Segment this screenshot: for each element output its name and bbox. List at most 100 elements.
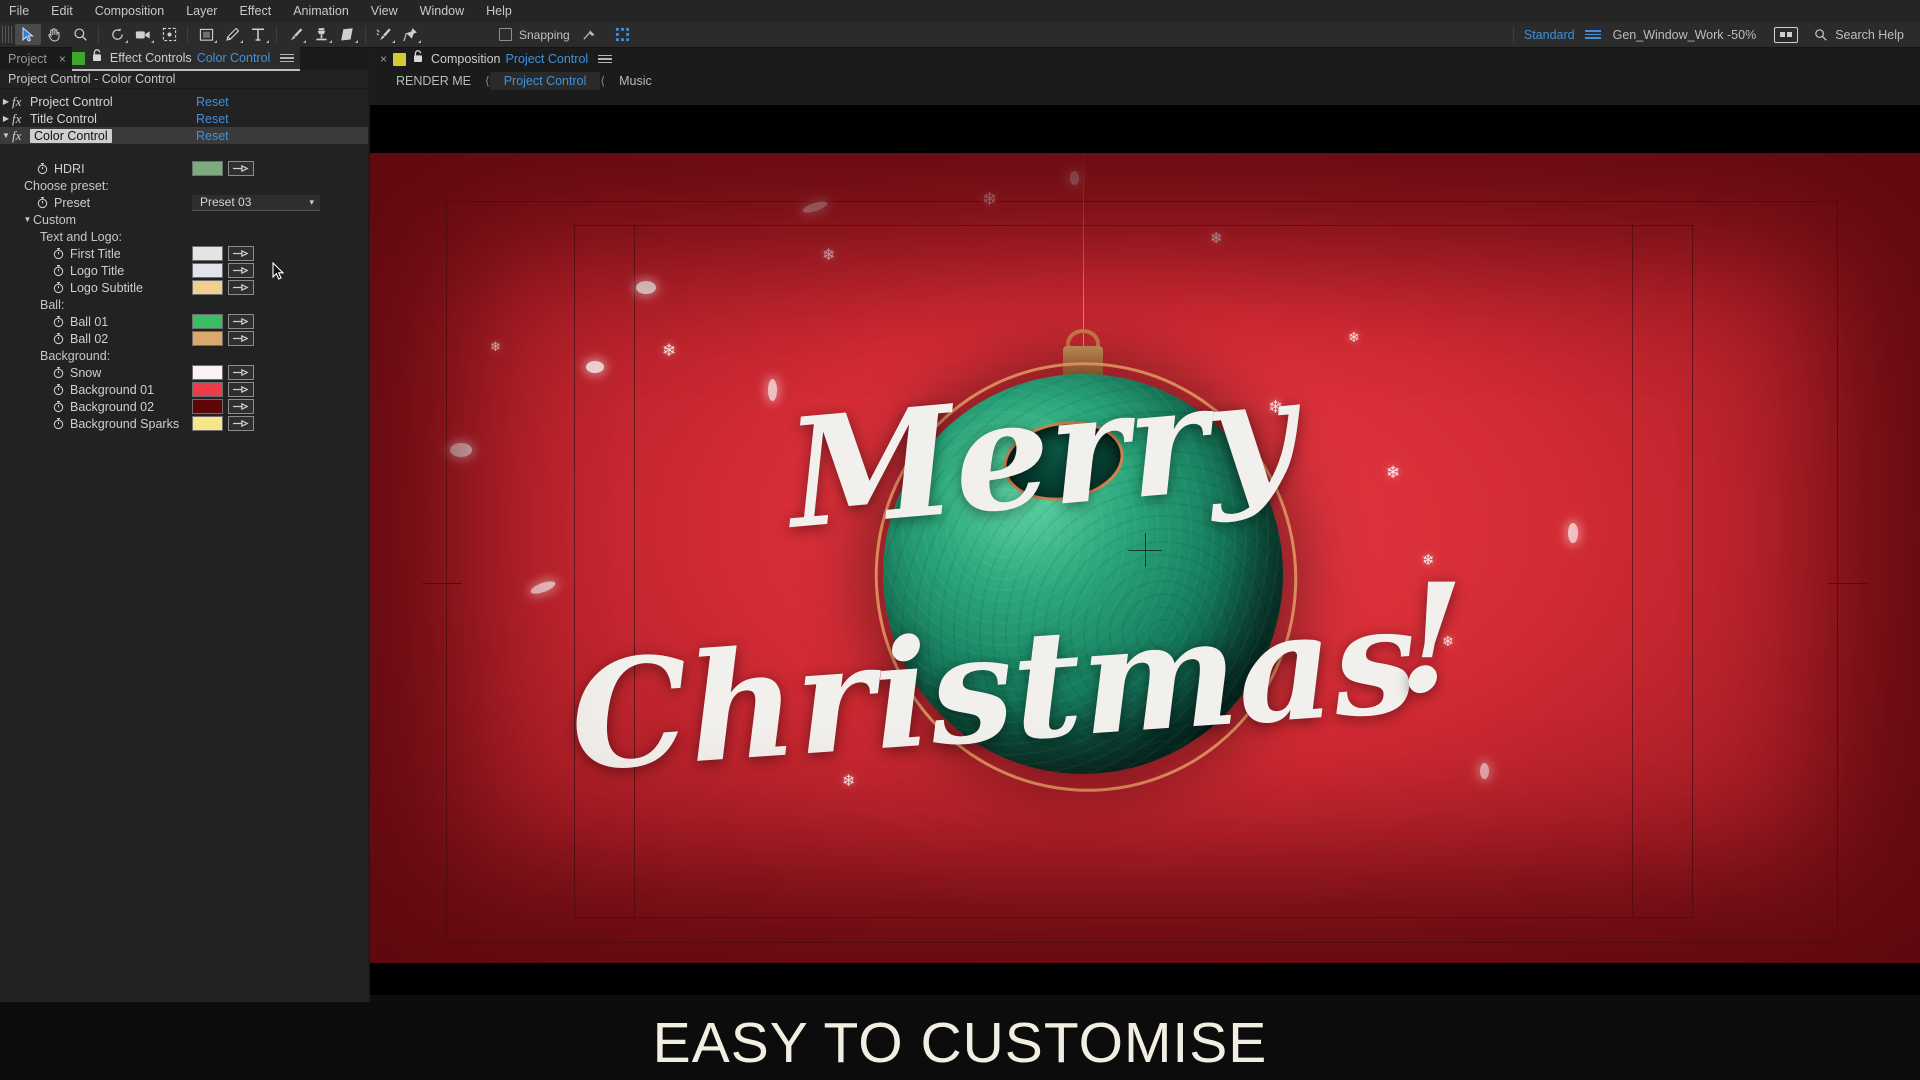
eyedropper-button[interactable] [228, 399, 254, 414]
workspace-menu-icon[interactable] [1584, 30, 1601, 39]
stopwatch-icon[interactable] [52, 315, 65, 328]
eyedropper-button[interactable] [228, 416, 254, 431]
stopwatch-icon[interactable] [52, 417, 65, 430]
eyedropper-button[interactable] [228, 314, 254, 329]
shape-tool[interactable] [193, 24, 219, 45]
property-group-custom[interactable]: ▼ Custom [0, 211, 368, 228]
property-background-01[interactable]: Background 01 [0, 381, 368, 398]
effect-row-color-control[interactable]: ▼ fx Color Control Reset [0, 127, 368, 144]
stopwatch-icon[interactable] [36, 162, 49, 175]
property-logo-title[interactable]: Logo Title [0, 262, 368, 279]
stopwatch-icon[interactable] [36, 196, 49, 209]
composition-viewer[interactable]: ❄ ❄ ❄ ❄ ❄ ❄ ❄ ❄ ❄ ❄ ❄ Merry Christmas ! [370, 105, 1920, 1025]
stopwatch-icon[interactable] [52, 332, 65, 345]
camera-tool[interactable] [130, 24, 156, 45]
menu-window[interactable]: Window [409, 0, 475, 22]
stopwatch-icon[interactable] [52, 366, 65, 379]
color-swatch[interactable] [192, 263, 223, 278]
eyedropper-button[interactable] [228, 365, 254, 380]
eyedropper-button[interactable] [228, 246, 254, 261]
workspace-standard-button[interactable]: Standard [1524, 28, 1575, 42]
close-icon[interactable]: × [59, 52, 66, 66]
breadcrumb-item-render-me[interactable]: RENDER ME [382, 74, 485, 88]
lock-icon[interactable] [413, 50, 423, 68]
disclosure-triangle-icon[interactable]: ▼ [22, 215, 33, 224]
menu-animation[interactable]: Animation [282, 0, 360, 22]
panel-menu-icon[interactable] [598, 54, 613, 64]
composition-canvas[interactable]: ❄ ❄ ❄ ❄ ❄ ❄ ❄ ❄ ❄ ❄ ❄ Merry Christmas ! [370, 153, 1920, 963]
stopwatch-icon[interactable] [52, 264, 65, 277]
brush-tool[interactable] [282, 24, 308, 45]
snapping-checkbox[interactable] [499, 28, 512, 41]
breadcrumb-item-project-control[interactable]: Project Control [489, 72, 601, 90]
eyedropper-button[interactable] [228, 263, 254, 278]
tab-effect-controls[interactable]: Effect Controls Color Control [71, 47, 301, 71]
pan-behind-tool[interactable] [156, 24, 182, 45]
stopwatch-icon[interactable] [52, 383, 65, 396]
close-icon[interactable]: × [380, 52, 387, 66]
shortcut-keys-icon[interactable] [1774, 26, 1799, 43]
menu-composition[interactable]: Composition [84, 0, 175, 22]
effect-row-project-control[interactable]: ▶ fx Project Control Reset [0, 93, 368, 110]
property-hdri[interactable]: HDRI [0, 160, 368, 177]
property-first-title[interactable]: First Title [0, 245, 368, 262]
property-background-02[interactable]: Background 02 [0, 398, 368, 415]
color-swatch[interactable] [192, 382, 223, 397]
eyedropper-button[interactable] [228, 331, 254, 346]
transform-box-icon[interactable] [610, 24, 636, 45]
snapping-control[interactable]: Snapping [499, 24, 636, 45]
stopwatch-icon[interactable] [52, 400, 65, 413]
disclosure-triangle-icon[interactable]: ▼ [0, 131, 12, 140]
reset-link[interactable]: Reset [196, 129, 229, 143]
toolbar-grip[interactable] [2, 26, 12, 43]
eyedropper-button[interactable] [228, 382, 254, 397]
property-snow[interactable]: Snow [0, 364, 368, 381]
tab-project[interactable]: Project [0, 48, 55, 70]
color-swatch[interactable] [192, 280, 223, 295]
preset-dropdown[interactable]: Preset 03 ▾ [192, 194, 320, 211]
puppet-pin-tool[interactable] [397, 24, 423, 45]
breadcrumb-item-music[interactable]: Music [605, 74, 666, 88]
color-swatch[interactable] [192, 331, 223, 346]
menu-view[interactable]: View [360, 0, 409, 22]
eyedropper-button[interactable] [228, 280, 254, 295]
property-preset[interactable]: Preset Preset 03 ▾ [0, 194, 368, 211]
disclosure-triangle-icon[interactable]: ▶ [0, 114, 12, 123]
text-tool[interactable] [245, 24, 271, 45]
property-background-sparks[interactable]: Background Sparks [0, 415, 368, 432]
lock-icon[interactable] [92, 49, 102, 67]
menu-layer[interactable]: Layer [175, 0, 228, 22]
eyedropper-button[interactable] [228, 161, 254, 176]
color-swatch[interactable] [192, 416, 223, 431]
color-swatch[interactable] [192, 365, 223, 380]
stopwatch-icon[interactable] [52, 281, 65, 294]
stopwatch-icon[interactable] [52, 247, 65, 260]
reset-link[interactable]: Reset [196, 112, 229, 126]
canvas-vignette [370, 153, 1920, 963]
search-help-box[interactable]: Search Help [1814, 28, 1904, 42]
menu-edit[interactable]: Edit [40, 0, 84, 22]
menu-help[interactable]: Help [475, 0, 523, 22]
panel-menu-icon[interactable] [280, 53, 295, 63]
hand-tool[interactable] [41, 24, 67, 45]
clone-stamp-tool[interactable] [308, 24, 334, 45]
color-swatch[interactable] [192, 314, 223, 329]
eraser-tool[interactable] [334, 24, 360, 45]
color-swatch[interactable] [192, 161, 223, 176]
color-swatch[interactable] [192, 246, 223, 261]
color-swatch[interactable] [192, 399, 223, 414]
property-logo-subtitle[interactable]: Logo Subtitle [0, 279, 368, 296]
property-ball-02[interactable]: Ball 02 [0, 330, 368, 347]
property-ball-01[interactable]: Ball 01 [0, 313, 368, 330]
disclosure-triangle-icon[interactable]: ▶ [0, 97, 12, 106]
pen-tool[interactable] [219, 24, 245, 45]
zoom-tool[interactable] [67, 24, 93, 45]
menu-file[interactable]: File [0, 0, 40, 22]
selection-tool[interactable] [15, 24, 41, 45]
menu-effect[interactable]: Effect [228, 0, 282, 22]
roto-brush-tool[interactable] [371, 24, 397, 45]
rotation-tool[interactable] [104, 24, 130, 45]
reset-link[interactable]: Reset [196, 95, 229, 109]
effect-row-title-control[interactable]: ▶ fx Title Control Reset [0, 110, 368, 127]
snap-magnet-icon[interactable] [577, 24, 603, 45]
